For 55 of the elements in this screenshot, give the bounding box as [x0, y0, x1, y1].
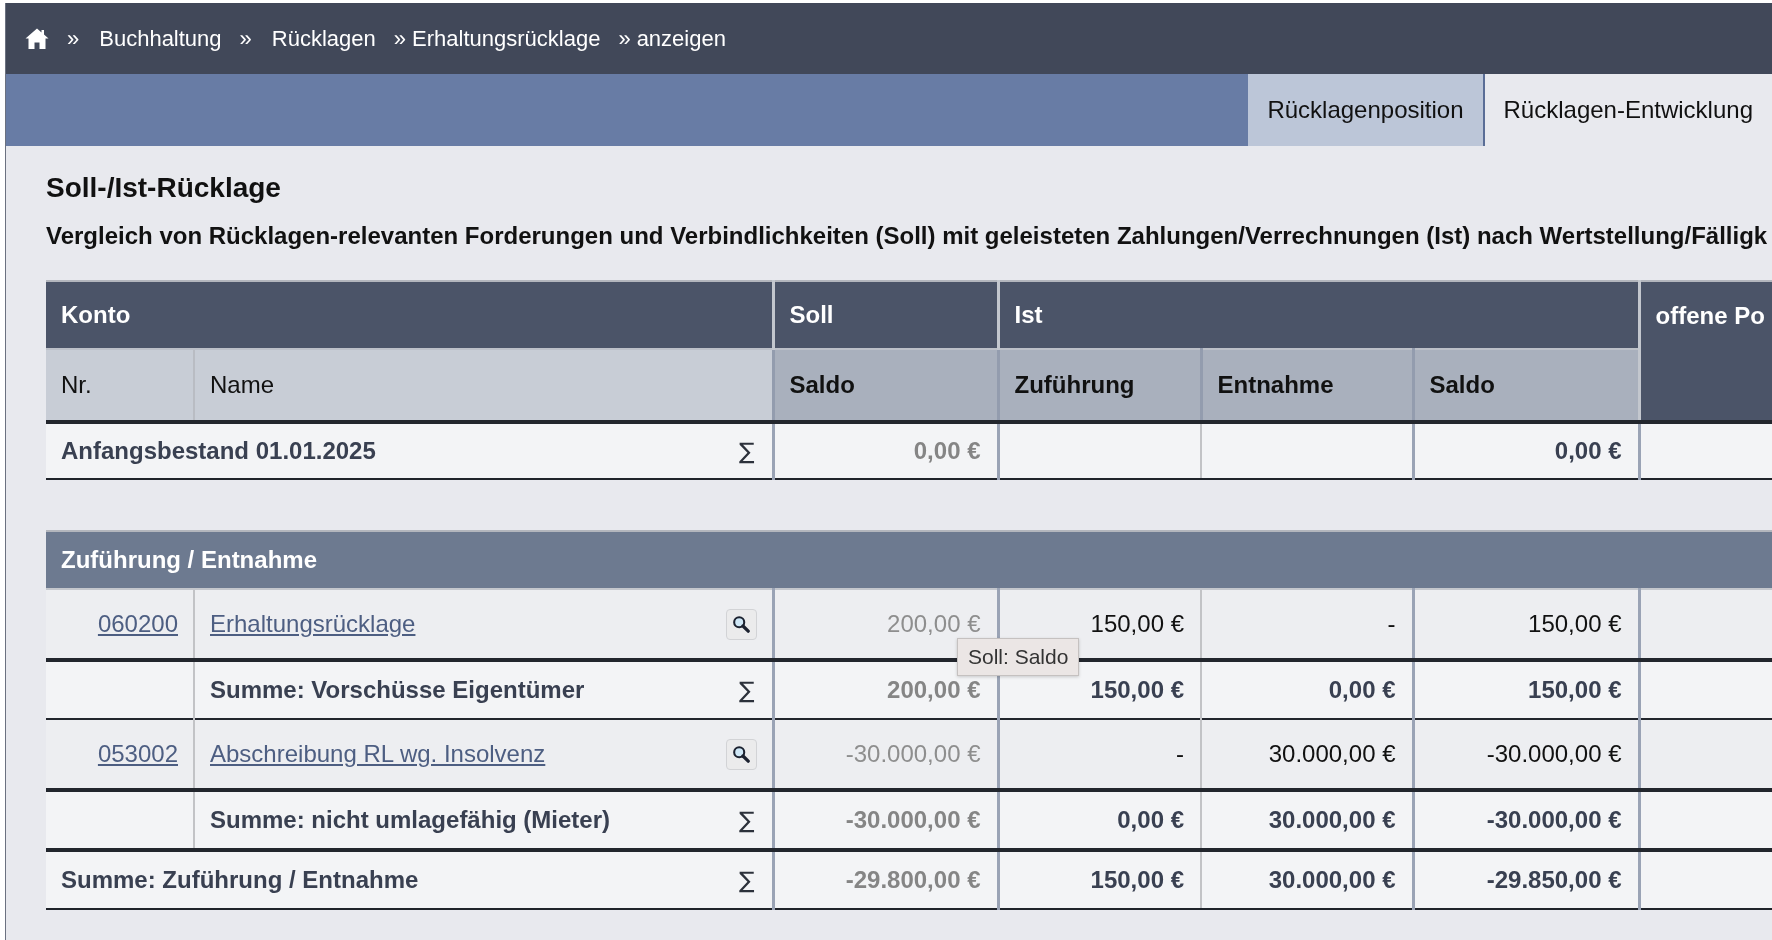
breadcrumb-link[interactable]: Buchhaltung: [99, 25, 222, 52]
row-label: Summe: Zuführung / Entnahme: [61, 866, 419, 894]
home-icon[interactable]: [25, 28, 49, 49]
breadcrumb-text: Erhaltungsrücklage: [412, 25, 601, 52]
column-group-header: Soll: [773, 281, 998, 349]
tab[interactable]: Rücklagen-Entwicklung: [1482, 74, 1772, 146]
column-header: Nr.: [46, 349, 194, 422]
search-icon: [732, 615, 750, 633]
table-cell: 30.000,00 €: [1201, 850, 1413, 909]
tab[interactable]: Rücklagenposition: [1246, 74, 1483, 146]
table-cell: 30.000,00 €: [1201, 790, 1413, 850]
column-header: Saldo: [1413, 349, 1640, 422]
column-group-header: offene Po: [1639, 281, 1772, 422]
row-label: Anfangsbestand 01.01.2025: [61, 437, 376, 465]
table-cell: 0,00 €: [998, 790, 1201, 850]
table-cell: -30.000,00 €: [773, 719, 998, 790]
sigma-sign: ∑: [739, 807, 755, 833]
table-cell: 30.000,00 €: [1201, 719, 1413, 790]
breadcrumb-link[interactable]: Rücklagen: [271, 25, 376, 52]
column-group-header: Ist: [998, 281, 1640, 349]
table-cell: 0,00 €: [773, 422, 998, 479]
account-name-link[interactable]: Erhaltungsrücklage: [210, 610, 416, 638]
row-label: Summe: nicht umlagefähig (Mieter): [210, 806, 611, 834]
table-cell: -30.000,00 €: [1413, 719, 1639, 790]
table-cell: 0,00 €: [1201, 660, 1413, 719]
column-header: Zuführung: [998, 349, 1201, 422]
table-cell: 0,00 €: [1413, 422, 1640, 479]
page-description: Vergleich von Rücklagen-relevanten Forderungen und Verbindlichkeiten (Soll) mit geleisteten Zahlungen/Verrechnungen (Ist) nach Wertstellung/Fälligk: [46, 222, 1769, 250]
sigma-sign: ∑: [739, 438, 755, 464]
table-cell: 150,00 €: [998, 850, 1201, 909]
sigma-sign: ∑: [739, 867, 755, 893]
table-cell: -30.000,00 €: [773, 790, 998, 850]
table-cell: -29.800,00 €: [773, 850, 998, 909]
breadcrumb-separator: »: [393, 25, 407, 52]
breadcrumb-separator: »: [67, 25, 80, 52]
row-label: Summe: Vorschüsse Eigentümer: [210, 676, 585, 704]
section-header: Zuführung / Entnahme: [46, 531, 1772, 589]
search-button[interactable]: [725, 738, 757, 770]
search-button[interactable]: [725, 608, 757, 640]
breadcrumb-separator: »: [239, 25, 252, 52]
sigma-sign: ∑: [739, 677, 755, 703]
table-cell: -: [998, 719, 1201, 790]
page-title: Soll-/Ist-Rücklage: [46, 172, 282, 204]
column-header: Name: [194, 349, 773, 422]
column-group-header: Konto: [46, 281, 773, 349]
search-icon: [732, 745, 750, 763]
column-header: Entnahme: [1201, 349, 1413, 422]
table-cell: 150,00 €: [1413, 660, 1639, 719]
breadcrumb-separator: »: [618, 25, 631, 52]
table-cell: -29.850,00 €: [1413, 850, 1639, 909]
table-cell: -30.000,00 €: [1413, 790, 1639, 850]
breadcrumb-text: anzeigen: [636, 25, 726, 52]
table-cell: -: [1201, 589, 1413, 660]
column-header: Saldo: [773, 349, 998, 422]
table-cell: 150,00 €: [1413, 589, 1639, 660]
